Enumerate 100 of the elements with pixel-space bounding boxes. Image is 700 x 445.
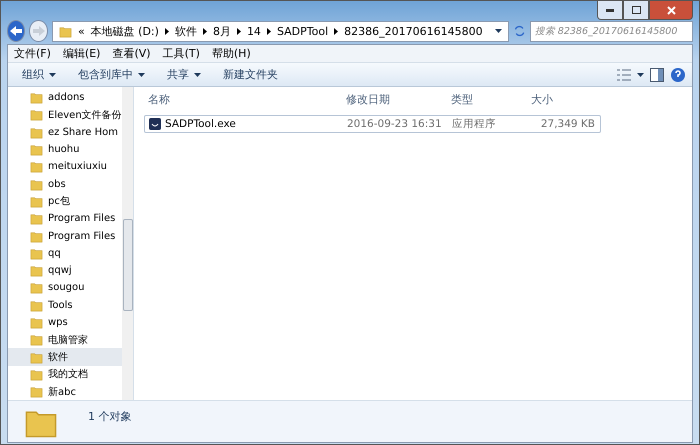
maximize-icon (632, 6, 640, 14)
breadcrumb[interactable]: 82386_20170616145800 (344, 24, 483, 38)
tree-item[interactable]: 新abc (8, 383, 122, 400)
refresh-icon[interactable] (512, 23, 526, 39)
breadcrumb[interactable]: 本地磁盘 (D:) (90, 24, 159, 38)
type-cell-text: 应用程序 (451, 117, 497, 131)
maximize-button[interactable] (623, 1, 649, 20)
folder-icon (30, 246, 43, 260)
tree-item-label: Eleven文件备份 (48, 108, 122, 122)
folder-icon (30, 91, 43, 104)
tree-item-label: qq (48, 248, 61, 259)
toolbar-button[interactable]: 包含到库中 (70, 65, 153, 84)
tree-item[interactable]: obs (8, 175, 122, 193)
tree-item[interactable]: meituxiuxiu (8, 158, 122, 176)
folder-icon (30, 368, 43, 381)
address-bar[interactable]: « 本地磁盘 (D:) 软件 8月 14 SADPTool 82386_20170616145800 (52, 20, 509, 42)
scrollbar-thumb[interactable] (122, 219, 132, 311)
tree-item[interactable]: huohu (8, 140, 122, 158)
tree-item[interactable]: Program Files (8, 210, 122, 228)
tree-item[interactable]: sougou (8, 279, 122, 297)
folder-icon (30, 126, 43, 139)
tree-item[interactable]: qqwj (8, 262, 122, 280)
column-header[interactable]: 名称 (144, 92, 342, 106)
tree-item[interactable]: addons (8, 89, 122, 106)
breadcrumb-arrow-icon (334, 28, 338, 34)
tree-item[interactable]: wps (8, 314, 122, 332)
menu-item[interactable]: 工具(T) (162, 46, 200, 61)
column-header[interactable]: 修改日期 (342, 92, 447, 106)
search-field[interactable]: 搜索 82386_20170616145800 (530, 20, 693, 42)
tree-item-label: obs (48, 178, 66, 190)
close-icon (666, 6, 676, 14)
tree-item-label: 我的文档 (48, 368, 88, 382)
breadcrumb-arrow-icon (236, 28, 241, 34)
toolbar-button[interactable]: 组织 (14, 65, 64, 84)
menu-item[interactable]: 文件(F) (14, 46, 51, 61)
tree-item-label: wps (48, 317, 68, 328)
menu-item[interactable]: 帮助(H) (212, 46, 251, 61)
file-name-cell: SADPTool.exe (145, 118, 343, 130)
tree-item-label: meituxiuxiu (48, 161, 107, 172)
breadcrumb[interactable]: 14 (246, 24, 261, 38)
toolbar-button[interactable]: 共享 (159, 65, 209, 84)
breadcrumb[interactable]: SADPTool (276, 24, 328, 38)
help-icon[interactable] (670, 66, 686, 82)
minimize-button[interactable] (597, 1, 623, 20)
tree-item-label: huohu (48, 144, 80, 156)
folder-icon (30, 108, 43, 122)
folder-icon (30, 178, 43, 191)
column-header[interactable]: 大小 (527, 92, 597, 106)
folder-icon (30, 264, 43, 278)
back-arrow-icon (10, 26, 22, 36)
back-button[interactable] (7, 20, 26, 42)
caret-icon (637, 72, 644, 76)
file-row[interactable]: SADPTool.exe 2016-09-23 16:31 应用程序 27,349 KB (144, 115, 601, 133)
folder-icon (30, 194, 43, 208)
breadcrumb-arrow-icon (266, 28, 271, 34)
folder-icon (30, 333, 43, 346)
size-cell-text: 27,349 KB (540, 118, 596, 130)
overflow-chevron[interactable]: « (78, 24, 85, 38)
tree-item[interactable]: pc包 (8, 192, 122, 210)
folder-icon (30, 298, 43, 312)
tree-item[interactable]: ez Share Hom (8, 124, 122, 141)
tree-item[interactable]: 软件 (8, 348, 122, 366)
preview-pane-icon[interactable] (650, 68, 664, 82)
status-text: 1 个对象 (88, 409, 132, 424)
tree-item-label: sougou (48, 282, 84, 294)
tree-item-label: Program Files (48, 213, 116, 224)
column-header[interactable]: 类型 (447, 92, 527, 106)
caret-icon (494, 29, 502, 33)
forward-arrow-icon (32, 26, 45, 36)
folder-icon (30, 160, 43, 174)
tree-item-label: 电脑管家 (48, 334, 88, 347)
breadcrumb[interactable]: 软件 (174, 24, 197, 38)
folder-icon (58, 24, 72, 38)
folder-icon (30, 212, 43, 226)
toolbar-button[interactable]: 新建文件夹 (215, 65, 286, 84)
tree-item-label: 新abc (48, 386, 76, 399)
folder-icon (30, 316, 43, 329)
folder-icon (30, 230, 43, 243)
tree-item-label: addons (48, 92, 84, 104)
tree-item-label: ez Share Hom (48, 126, 118, 138)
folder-icon (30, 385, 43, 398)
forward-button[interactable] (29, 20, 48, 42)
tree-item-label: Tools (48, 300, 73, 311)
close-button[interactable] (649, 1, 693, 20)
menu-item[interactable]: 查看(V) (112, 46, 151, 61)
folder-icon (30, 350, 43, 364)
folder-icon (30, 281, 43, 294)
view-list-icon[interactable] (617, 68, 631, 80)
tree-item[interactable]: 我的文档 (8, 366, 122, 384)
tree-item[interactable]: Program Files (8, 227, 122, 245)
breadcrumb-arrow-icon (164, 28, 169, 34)
folder-icon (30, 143, 43, 156)
tree-item[interactable]: qq (8, 244, 122, 262)
tree-item[interactable]: 电脑管家 (8, 331, 122, 348)
breadcrumb[interactable]: 8月 (212, 24, 231, 38)
tree-item[interactable]: Eleven文件备份 (8, 106, 122, 124)
app-icon (149, 118, 161, 130)
menu-item[interactable]: 编辑(E) (62, 46, 100, 61)
scrollbar[interactable] (122, 87, 133, 400)
tree-item[interactable]: Tools (8, 296, 122, 314)
